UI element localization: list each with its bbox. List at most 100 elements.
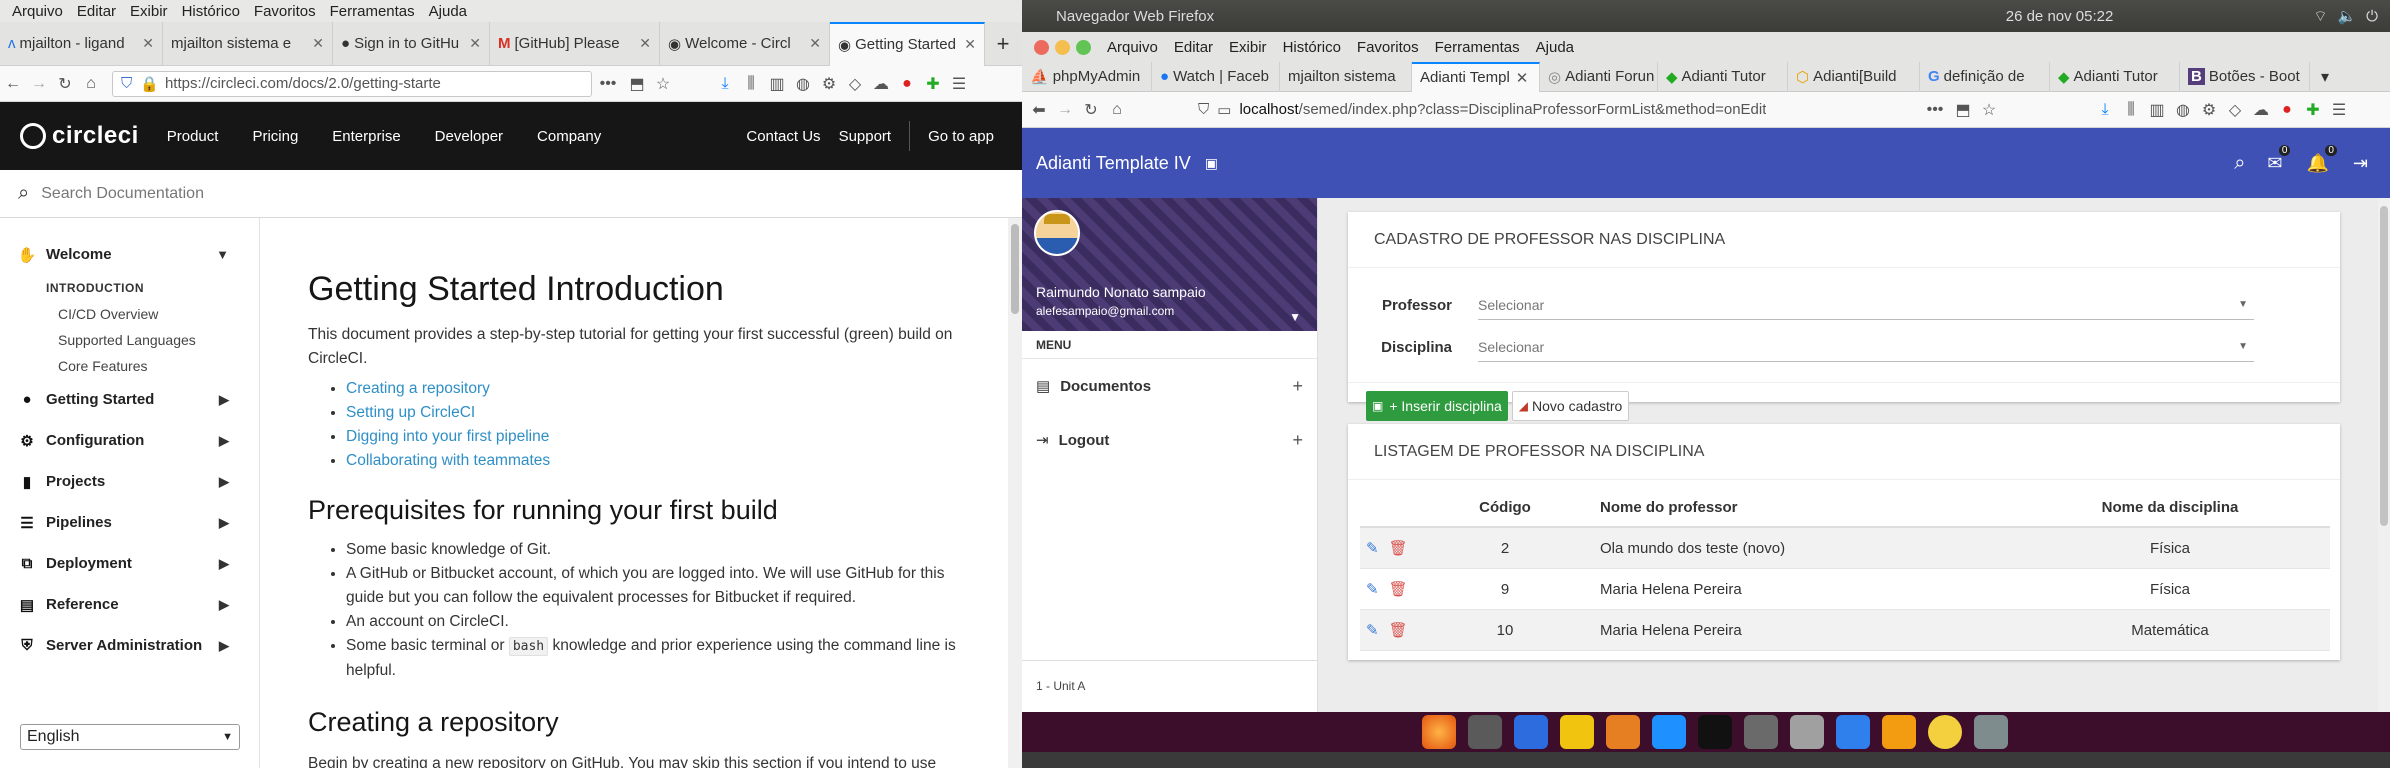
extension-icon[interactable]: ● [894,75,920,93]
sidebar-item-supported-languages[interactable]: Supported Languages [0,327,259,353]
finder-icon[interactable] [1514,715,1548,749]
disciplina-select[interactable]: Selecionar ▼ [1478,332,2254,362]
scrollbar-thumb[interactable] [2380,206,2388,526]
tab-github-please[interactable]: M [GitHub] Please ✕ [490,21,660,66]
new-record-button[interactable]: ◢ Novo cadastro [1511,391,1630,421]
tab-adianti-forum[interactable]: ◎ Adianti Forun [1540,61,1658,92]
scrollbar-thumb[interactable] [1011,224,1019,314]
menu-ajuda[interactable]: Ajuda [1536,39,1574,56]
bookmark-star-icon[interactable]: ☆ [1976,100,2002,120]
doc-search-bar[interactable]: ⌕ Search Documentation [0,170,1022,218]
presentation-icon[interactable] [1606,715,1640,749]
sidebar-item-server-administration[interactable]: ⛨ Server Administration ▶ [0,625,259,666]
library-icon[interactable]: ⫼ [2118,101,2144,119]
toc-link-setting-up[interactable]: Setting up CircleCI [346,404,475,421]
tab-phpmyadmin[interactable]: ⛵ phpMyAdmin [1022,61,1152,92]
insert-disciplina-button[interactable]: ▣ + Inserir disciplina [1366,391,1508,421]
tab-mjailton-sistema[interactable]: mjailton sistema e ✕ [163,21,333,66]
close-icon[interactable]: ✕ [142,35,154,52]
column-header-disciplina[interactable]: Nome da disciplina [2010,499,2330,516]
app-store-icon[interactable] [1652,715,1686,749]
nav-support[interactable]: Support [839,128,892,145]
menu-exibir[interactable]: Exibir [1229,39,1267,56]
close-icon[interactable]: ✕ [639,35,651,52]
close-icon[interactable]: ✕ [1516,69,1529,87]
extension-icon[interactable]: ⚙ [2196,100,2222,120]
language-select[interactable]: English ▼ [20,724,240,750]
back-icon[interactable]: ⬅ [1026,100,1052,120]
reload-icon[interactable]: ↻ [52,74,78,94]
tab-mjailton-sistema[interactable]: mjailton sistema [1280,61,1412,92]
extension-icon[interactable]: ◇ [842,74,868,94]
extension-icon[interactable]: ● [2274,101,2300,119]
nav-developer[interactable]: Developer [435,128,503,145]
page-actions-icon[interactable]: ••• [592,75,624,93]
edit-icon[interactable]: ✎ [1366,539,1379,557]
tab-getting-started[interactable]: ◉ Getting Started ✕ [830,21,985,66]
download-icon[interactable]: ⤓ [712,75,738,93]
tab-welcome-circleci[interactable]: ◉ Welcome - Circl ✕ [660,21,830,66]
sidebar-item-welcome[interactable]: ✋ Welcome ▼ [0,234,259,275]
scrollbar[interactable] [1008,218,1022,768]
new-tab-button[interactable]: + [985,22,1021,66]
home-icon[interactable]: ⌂ [1104,101,1130,119]
notifications-icon[interactable]: 🔔 0 [2306,144,2337,174]
menu-exibir[interactable]: Exibir [130,3,168,20]
tab-facebook[interactable]: ● Watch | Faceb [1152,61,1280,92]
tab-adianti-builder[interactable]: ⬡ Adianti[Build [1788,61,1920,92]
app-icon[interactable] [1974,715,2008,749]
maximize-window-button[interactable] [1076,39,1091,55]
extension-icon[interactable]: ⚙ [816,74,842,94]
menu-ajuda[interactable]: Ajuda [429,3,467,20]
active-app-title[interactable]: Navegador Web Firefox [1056,8,1214,25]
reload-icon[interactable]: ↻ [1078,100,1104,120]
app-icon[interactable] [1744,715,1778,749]
forward-icon[interactable]: → [26,75,52,93]
toc-link-digging[interactable]: Digging into your first pipeline [346,428,549,445]
tab-botoes-bootstrap[interactable]: B Botões - Boot [2180,61,2310,92]
search-input[interactable]: Search Documentation [41,185,204,203]
menu-favoritos[interactable]: Favoritos [1357,39,1419,56]
pocket-icon[interactable]: ⬒ [624,74,650,94]
sidebar-item-deployment[interactable]: ⧉ Deployment ▶ [0,543,259,584]
list-all-tabs-icon[interactable]: ▾ [2310,62,2340,92]
trash-icon[interactable]: 🗑 [1389,621,1408,639]
music-icon[interactable] [1560,715,1594,749]
nav-product[interactable]: Product [167,128,219,145]
menu-editar[interactable]: Editar [1174,39,1213,56]
scrollbar[interactable] [2378,198,2390,712]
account-icon[interactable]: ◍ [790,74,816,94]
menu-item-logout[interactable]: ⇥ Logout + [1022,413,1317,467]
extension-icon[interactable]: ✚ [920,74,946,94]
menu-arquivo[interactable]: Arquivo [1107,39,1158,56]
menu-item-documentos[interactable]: ▤ Documentos + [1022,359,1317,413]
trash-icon[interactable]: 🗑 [1389,539,1408,557]
app-icon[interactable] [1790,715,1824,749]
library-icon[interactable]: ⫼ [738,75,764,93]
wifi-icon[interactable]: ⌔ [2313,7,2327,26]
sidebar-section-introduction[interactable]: INTRODUCTION [0,275,259,301]
sidebar-item-getting-started[interactable]: ● Getting Started ▶ [0,379,259,420]
pocket-icon[interactable]: ⬒ [1950,100,1976,120]
clock[interactable]: 26 de nov 05:22 [2006,8,2114,25]
menu-icon[interactable]: ☰ [2326,100,2352,120]
sidebar-item-configuration[interactable]: ⚙ Configuration ▶ [0,420,259,461]
menu-icon[interactable]: ☰ [946,74,972,94]
go-to-app-link[interactable]: Go to app [928,128,994,145]
close-icon[interactable]: ✕ [809,35,821,52]
home-icon[interactable]: ⌂ [78,75,104,93]
back-icon[interactable]: ← [0,75,26,93]
app-title[interactable]: Adianti Template IV [1036,153,1191,174]
nav-pricing[interactable]: Pricing [252,128,298,145]
menu-ferramentas[interactable]: Ferramentas [330,3,415,20]
toc-link-collaborating[interactable]: Collaborating with teammates [346,452,550,469]
sidebar-toggle-icon[interactable]: ▣ [1205,155,1218,172]
nav-company[interactable]: Company [537,128,601,145]
forward-icon[interactable]: → [1052,101,1078,119]
chevron-down-icon[interactable]: ▼ [1289,310,1301,324]
logout-icon[interactable]: ⇥ [2353,153,2368,174]
menu-historico[interactable]: Histórico [182,3,240,20]
menu-favoritos[interactable]: Favoritos [254,3,316,20]
tab-adianti-template[interactable]: Adianti Templ ✕ [1412,61,1540,92]
column-header-professor[interactable]: Nome do professor [1580,499,2010,516]
